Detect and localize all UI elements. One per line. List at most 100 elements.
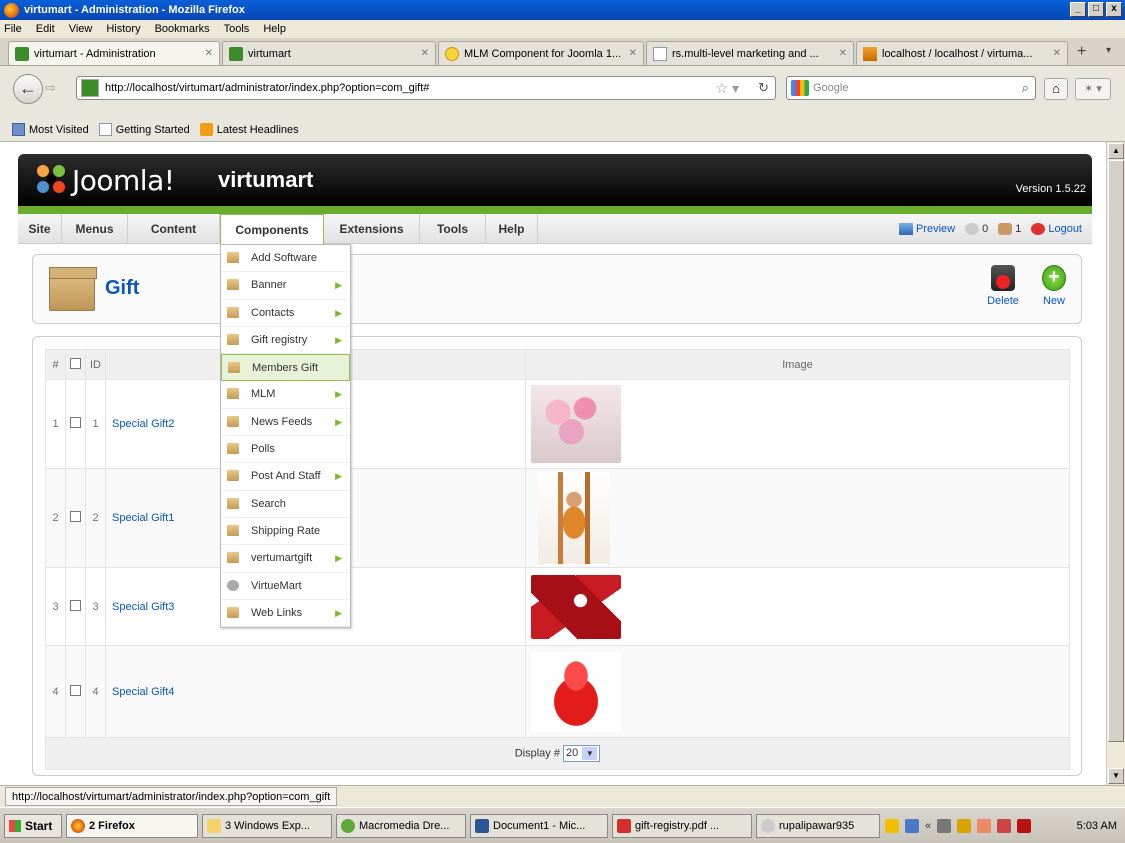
row-checkbox[interactable] (70, 511, 81, 522)
menu-item-virtuemart[interactable]: VirtueMart (221, 573, 350, 600)
logout-link[interactable]: Logout (1031, 223, 1082, 236)
task-macromedia[interactable]: Macromedia Dre... (336, 814, 466, 838)
menu-history[interactable]: History (106, 23, 140, 35)
task-windows-explorer[interactable]: 3 Windows Exp... (202, 814, 332, 838)
tray-expand-icon[interactable]: « (925, 820, 931, 832)
gift-name-link[interactable]: Special Gift1 (112, 512, 174, 524)
gift-name-link[interactable]: Special Gift2 (112, 418, 174, 430)
gift-name-link[interactable]: Special Gift3 (112, 601, 174, 613)
bookmark-latest-headlines[interactable]: Latest Headlines (199, 123, 299, 136)
scroll-up-icon[interactable]: ▲ (1108, 143, 1124, 159)
tab-virtumart[interactable]: virtumart ✕ (222, 41, 436, 65)
bookmark-most-visited[interactable]: Most Visited (12, 123, 89, 136)
tab-phpmyadmin[interactable]: localhost / localhost / virtuma... ✕ (856, 41, 1068, 65)
tab-virtumart-administration[interactable]: virtumart - Administration ✕ (8, 41, 220, 65)
gift-thumbnail-image (538, 472, 610, 564)
menu-item-gift-registry[interactable]: Gift registry ▶ (221, 327, 350, 355)
messages-count[interactable]: 0 (965, 223, 988, 236)
tray-network-icon[interactable] (937, 819, 952, 833)
menu-site[interactable]: Site (18, 214, 62, 244)
new-tab-icon[interactable]: + (1077, 43, 1086, 61)
menu-item-mlm[interactable]: MLM ▶ (221, 381, 350, 409)
menu-extensions[interactable]: Extensions (324, 214, 420, 244)
menu-item-members-gift[interactable]: Members Gift (221, 354, 350, 382)
menu-item-vertumartgift[interactable]: vertumartgift ▶ (221, 545, 350, 573)
addon-menu-icon[interactable]: ✶ ▾ (1075, 78, 1111, 100)
select-all-checkbox[interactable] (70, 357, 81, 369)
joomla-version: Version 1.5.22 (1015, 183, 1086, 195)
close-tab-icon[interactable]: ✕ (839, 48, 847, 59)
google-engine-icon[interactable] (791, 80, 809, 96)
menu-menus[interactable]: Menus (62, 214, 128, 244)
menu-item-post-and-staff[interactable]: Post And Staff ▶ (221, 463, 350, 491)
start-button[interactable]: Start (4, 814, 62, 838)
row-checkbox[interactable] (70, 599, 81, 611)
search-placeholder[interactable]: Google (813, 82, 848, 94)
menu-item-search[interactable]: Search (221, 491, 350, 518)
address-bar[interactable]: http://localhost/virtumart/administrator… (76, 76, 776, 100)
menu-bookmarks[interactable]: Bookmarks (155, 23, 210, 35)
list-all-tabs-icon[interactable]: ▾ (1106, 45, 1111, 56)
menu-view[interactable]: View (69, 23, 93, 35)
close-tab-icon[interactable]: ✕ (629, 48, 637, 59)
forward-icon[interactable]: ⇨ (45, 80, 56, 96)
bookmark-getting-started[interactable]: Getting Started (98, 123, 190, 136)
task-firefox[interactable]: 2 Firefox (66, 814, 198, 838)
scroll-down-icon[interactable]: ▼ (1108, 768, 1124, 784)
chevron-down-icon[interactable]: ▼ (582, 746, 598, 760)
menu-item-news-feeds[interactable]: News Feeds ▶ (221, 409, 350, 437)
home-icon[interactable]: ⌂ (1044, 78, 1068, 100)
gift-name-link[interactable]: Special Gift4 (112, 686, 174, 698)
menu-file[interactable]: File (4, 23, 22, 35)
close-tab-icon[interactable]: ✕ (205, 48, 213, 59)
search-icon[interactable]: ⌕ (1022, 80, 1029, 96)
page-scrollbar[interactable]: ▲ ▼ (1106, 142, 1125, 785)
url-text[interactable]: http://localhost/virtumart/administrator… (105, 82, 429, 94)
close-button[interactable]: x (1106, 2, 1122, 17)
menu-item-polls[interactable]: Polls (221, 436, 350, 464)
task-pdf[interactable]: gift-registry.pdf ... (612, 814, 752, 838)
row-checkbox[interactable] (70, 417, 81, 428)
task-word-document[interactable]: Document1 - Mic... (470, 814, 608, 838)
bookmark-star-icon[interactable]: ☆ ▾ (716, 80, 739, 97)
tray-tool-icon[interactable] (885, 819, 899, 833)
menu-item-web-links[interactable]: Web Links ▶ (221, 600, 350, 628)
menu-edit[interactable]: Edit (36, 23, 55, 35)
new-button[interactable]: + New (1029, 265, 1079, 307)
preview-link[interactable]: Preview (898, 223, 955, 236)
reload-icon[interactable]: ↻ (758, 80, 769, 96)
menu-content[interactable]: Content (128, 214, 220, 244)
col-id[interactable]: ID (85, 349, 106, 380)
menu-help[interactable]: Help (486, 214, 538, 244)
menu-item-label: Shipping Rate (251, 524, 321, 537)
menu-help[interactable]: Help (263, 23, 286, 35)
tray-app-icon[interactable] (905, 819, 919, 833)
close-tab-icon[interactable]: ✕ (421, 48, 429, 59)
menu-item-contacts[interactable]: Contacts ▶ (221, 300, 350, 327)
menu-components[interactable]: Components (220, 214, 324, 244)
search-box[interactable]: Google ⌕ (786, 76, 1036, 100)
menu-item-banner[interactable]: Banner ▶ (221, 272, 350, 300)
gift-thumbnail-image (531, 651, 621, 732)
minimize-button[interactable]: _ (1070, 2, 1086, 17)
delete-button[interactable]: Delete (978, 265, 1028, 307)
tab-rs-mlm[interactable]: rs.multi-level marketing and ... ✕ (646, 41, 854, 65)
back-icon[interactable]: ← (13, 74, 43, 104)
menu-tools[interactable]: Tools (420, 214, 486, 244)
tray-update-icon[interactable] (957, 819, 972, 833)
task-messenger[interactable]: rupalipawar935 (756, 814, 880, 838)
tray-shield-icon[interactable] (1017, 819, 1032, 833)
users-count[interactable]: 1 (998, 223, 1021, 236)
close-tab-icon[interactable]: ✕ (1053, 48, 1061, 59)
menu-item-add-software[interactable]: Add Software (221, 245, 350, 273)
maximize-button[interactable]: □ (1088, 2, 1104, 17)
tab-mlm-component[interactable]: MLM Component for Joomla 1... ✕ (438, 41, 644, 65)
row-checkbox[interactable] (70, 684, 81, 696)
menu-item-shipping-rate[interactable]: Shipping Rate (221, 518, 350, 546)
menu-tools[interactable]: Tools (224, 23, 250, 35)
display-count-select[interactable]: 20 ▼ (563, 745, 601, 762)
tray-antivirus-icon[interactable] (997, 819, 1012, 833)
site-identity-icon[interactable] (81, 79, 99, 97)
scroll-thumb[interactable] (1108, 160, 1124, 742)
tray-mail-icon[interactable] (977, 819, 992, 833)
